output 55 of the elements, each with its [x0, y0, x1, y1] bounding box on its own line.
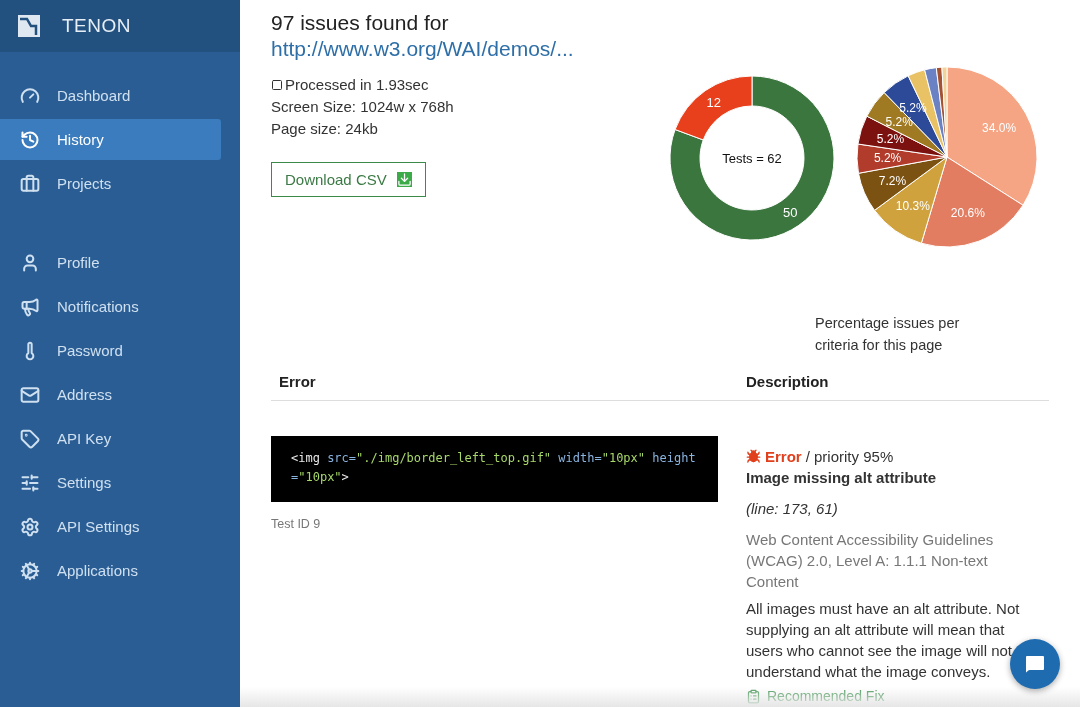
processed-time: Processed in 1.93sec: [285, 75, 429, 95]
brand-name: TENON: [62, 15, 131, 37]
slice-label: 5.2%: [876, 132, 905, 146]
sidebar-item[interactable]: Password: [0, 330, 221, 371]
slice-label: 7.2%: [878, 173, 907, 188]
user-icon: [20, 252, 40, 273]
gears-icon: [20, 560, 40, 581]
help-chat-button[interactable]: [1010, 639, 1060, 689]
settings-icon: [20, 516, 40, 537]
checkbox-icon: [271, 79, 283, 91]
priority-text: / priority 95%: [805, 447, 894, 467]
sidebar-item[interactable]: API Settings: [0, 506, 221, 547]
guideline-text: Web Content Accessibility Guidelines (WCAG) 2.0, Level A: 1.1.1 Non-text Content: [746, 530, 995, 592]
sidebar-item[interactable]: Address: [0, 374, 221, 415]
sidebar-item[interactable]: Dashboard: [0, 75, 221, 116]
slice-label: 50: [783, 205, 798, 220]
test-id: Test ID 9: [271, 517, 322, 531]
sidebar-item[interactable]: Notifications: [0, 286, 221, 327]
sidebar-item[interactable]: History: [0, 119, 221, 160]
results-heading: 97 issues found for: [271, 10, 450, 36]
bug-icon: [746, 449, 761, 464]
slice-label: 5.2%: [873, 151, 902, 166]
issue-description: All images must have an alt attribute. Not supplying an alt attribute will mean that users who cannot see the image will not understand what the image conveys.: [746, 599, 1021, 682]
code-snippet: <img src="./img/border_left_top.gif" width="10px" height="10px">: [271, 436, 718, 502]
slice-label: 5.2%: [885, 114, 913, 129]
slice-label: 10.3%: [895, 198, 930, 213]
gauge-icon: [20, 85, 40, 106]
screen-size: Screen Size: 1024w x 768h: [271, 97, 455, 117]
sliders-icon: [20, 472, 40, 493]
tag-icon: [20, 428, 40, 449]
logo-icon: [18, 15, 40, 37]
sidebar-item[interactable]: API Key: [0, 418, 221, 459]
column-header: Error: [279, 373, 317, 390]
sidebar-item[interactable]: Settings: [0, 462, 221, 503]
briefcase-icon: [20, 173, 40, 194]
sidebar-item[interactable]: Projects: [0, 163, 221, 204]
issue-title: Image missing alt attribute: [746, 468, 938, 488]
page-size: Page size: 24kb: [271, 119, 379, 139]
clipboard-icon: [746, 689, 761, 704]
download-csv-button[interactable]: Download CSV: [271, 162, 426, 197]
history-icon: [20, 129, 40, 150]
slice-label: 20.6%: [950, 205, 985, 220]
center-label: Tests = 62: [722, 151, 782, 166]
severity-label: Error: [765, 447, 802, 467]
sidebar-item[interactable]: Applications: [0, 550, 221, 591]
chart-caption: Percentage issues per criteria for this page: [815, 314, 961, 355]
mail-icon: [20, 384, 40, 405]
url-link[interactable]: http://www.w3.org/WAI/demos/...: [271, 36, 661, 62]
download-icon: [396, 172, 412, 187]
slice-label: 34.0%: [982, 121, 1017, 136]
slice-label: 12: [706, 95, 721, 110]
line-reference: (line: 173, 61): [746, 499, 839, 519]
column-header: Description: [746, 373, 830, 390]
sidebar-item[interactable]: Profile: [0, 242, 221, 283]
megaphone-icon: [20, 296, 40, 317]
